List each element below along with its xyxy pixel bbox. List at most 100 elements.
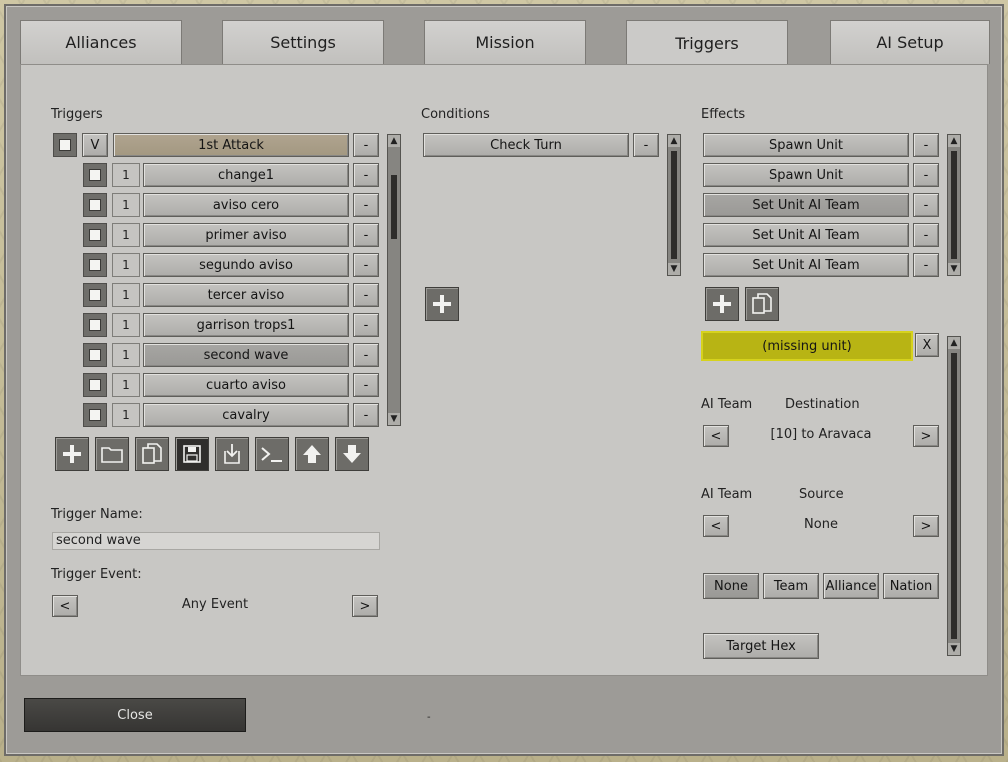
effect-item[interactable]: Set Unit AI Team	[703, 253, 909, 277]
scroll-up-icon[interactable]: ▲	[388, 135, 400, 147]
trigger-item[interactable]: aviso cero	[143, 193, 349, 217]
effect-remove-button[interactable]: -	[913, 223, 939, 247]
scroll-up-icon[interactable]: ▲	[948, 337, 960, 349]
source-next-button[interactable]: >	[913, 515, 939, 537]
trigger-item[interactable]: tercer aviso	[143, 283, 349, 307]
tab-mission[interactable]: Mission	[424, 20, 586, 64]
trigger-order: 1	[112, 373, 140, 397]
effect-item[interactable]: Spawn Unit	[703, 133, 909, 157]
filter-alliance-button[interactable]: Alliance	[823, 573, 879, 599]
tab-settings[interactable]: Settings	[222, 20, 384, 64]
conditions-scrollbar[interactable]: ▲ ▼	[667, 134, 681, 276]
trigger-checkbox[interactable]	[83, 223, 107, 247]
trigger-checkbox[interactable]	[83, 253, 107, 277]
tab-ai-setup[interactable]: AI Setup	[830, 20, 990, 64]
filter-team-button[interactable]: Team	[763, 573, 819, 599]
trigger-item[interactable]: cavalry	[143, 403, 349, 427]
trigger-order: 1	[112, 313, 140, 337]
target-hex-button[interactable]: Target Hex	[703, 633, 819, 659]
import-icon[interactable]	[215, 437, 249, 471]
trigger-name-input[interactable]: second wave	[52, 532, 380, 550]
destination-ai-team-label: AI Team	[701, 397, 753, 412]
effect-remove-button[interactable]: -	[913, 133, 939, 157]
event-next-button[interactable]: >	[352, 595, 378, 617]
destination-prev-button[interactable]: <	[703, 425, 729, 447]
folder-icon[interactable]	[95, 437, 129, 471]
plus-icon[interactable]	[425, 287, 459, 321]
trigger-group-expand-button[interactable]: V	[82, 133, 108, 157]
trigger-item[interactable]: primer aviso	[143, 223, 349, 247]
console-icon[interactable]	[255, 437, 289, 471]
save-icon[interactable]	[175, 437, 209, 471]
scroll-up-icon[interactable]: ▲	[948, 135, 960, 147]
scroll-down-icon[interactable]: ▼	[668, 263, 680, 275]
effect-remove-button[interactable]: -	[913, 163, 939, 187]
tab-triggers[interactable]: Triggers	[626, 20, 788, 66]
scroll-up-icon[interactable]: ▲	[668, 135, 680, 147]
effect-item-selected[interactable]: Set Unit AI Team	[703, 193, 909, 217]
trigger-remove-button[interactable]: -	[353, 223, 379, 247]
effect-remove-button[interactable]: -	[913, 253, 939, 277]
trigger-checkbox[interactable]	[83, 163, 107, 187]
scroll-thumb[interactable]	[951, 353, 957, 639]
trigger-remove-button[interactable]: -	[353, 313, 379, 337]
effect-remove-button[interactable]: -	[913, 193, 939, 217]
arrow-down-icon[interactable]	[335, 437, 369, 471]
close-button[interactable]: Close	[24, 698, 246, 732]
trigger-checkbox[interactable]	[83, 313, 107, 337]
effect-item[interactable]: Set Unit AI Team	[703, 223, 909, 247]
trigger-group-remove-button[interactable]: -	[353, 133, 379, 157]
source-label: Source	[799, 487, 844, 502]
trigger-checkbox[interactable]	[83, 283, 107, 307]
trigger-remove-button[interactable]: -	[353, 373, 379, 397]
trigger-item-selected[interactable]: second wave	[143, 343, 349, 367]
effects-scrollbar[interactable]: ▲ ▼	[947, 134, 961, 276]
trigger-item[interactable]: change1	[143, 163, 349, 187]
event-prev-button[interactable]: <	[52, 595, 78, 617]
trigger-checkbox[interactable]	[83, 343, 107, 367]
plus-icon[interactable]	[55, 437, 89, 471]
trigger-checkbox[interactable]	[83, 193, 107, 217]
destination-label: Destination	[785, 397, 860, 412]
copy-icon[interactable]	[745, 287, 779, 321]
trigger-item[interactable]: segundo aviso	[143, 253, 349, 277]
trigger-remove-button[interactable]: -	[353, 343, 379, 367]
source-value: None	[804, 517, 838, 532]
effect-detail-scrollbar[interactable]: ▲ ▼	[947, 336, 961, 656]
scroll-down-icon[interactable]: ▼	[388, 413, 400, 425]
trigger-remove-button[interactable]: -	[353, 253, 379, 277]
missing-unit-clear-button[interactable]: X	[915, 333, 939, 357]
source-ai-team-label: AI Team	[701, 487, 753, 502]
trigger-checkbox[interactable]	[83, 403, 107, 427]
scroll-thumb[interactable]	[951, 151, 957, 259]
trigger-group-name[interactable]: 1st Attack	[113, 133, 349, 157]
trigger-remove-button[interactable]: -	[353, 163, 379, 187]
condition-remove-button[interactable]: -	[633, 133, 659, 157]
effect-item[interactable]: Spawn Unit	[703, 163, 909, 187]
trigger-group-checkbox[interactable]	[53, 133, 77, 157]
scroll-down-icon[interactable]: ▼	[948, 263, 960, 275]
scroll-thumb[interactable]	[671, 151, 677, 259]
trigger-order: 1	[112, 193, 140, 217]
trigger-checkbox[interactable]	[83, 373, 107, 397]
trigger-item[interactable]: cuarto aviso	[143, 373, 349, 397]
arrow-up-icon[interactable]	[295, 437, 329, 471]
condition-item[interactable]: Check Turn	[423, 133, 629, 157]
filter-nation-button[interactable]: Nation	[883, 573, 939, 599]
missing-unit-button[interactable]: (missing unit)	[701, 331, 913, 361]
destination-value: [10] to Aravaca	[770, 427, 872, 442]
trigger-item[interactable]: garrison trops1	[143, 313, 349, 337]
source-prev-button[interactable]: <	[703, 515, 729, 537]
copy-icon[interactable]	[135, 437, 169, 471]
destination-next-button[interactable]: >	[913, 425, 939, 447]
triggers-scrollbar[interactable]: ▲ ▼	[387, 134, 401, 426]
trigger-remove-button[interactable]: -	[353, 283, 379, 307]
plus-icon[interactable]	[705, 287, 739, 321]
scroll-thumb[interactable]	[391, 175, 397, 239]
footer-mark: -	[427, 712, 431, 723]
tab-alliances[interactable]: Alliances	[20, 20, 182, 64]
trigger-remove-button[interactable]: -	[353, 403, 379, 427]
trigger-remove-button[interactable]: -	[353, 193, 379, 217]
scroll-down-icon[interactable]: ▼	[948, 643, 960, 655]
filter-none-button[interactable]: None	[703, 573, 759, 599]
